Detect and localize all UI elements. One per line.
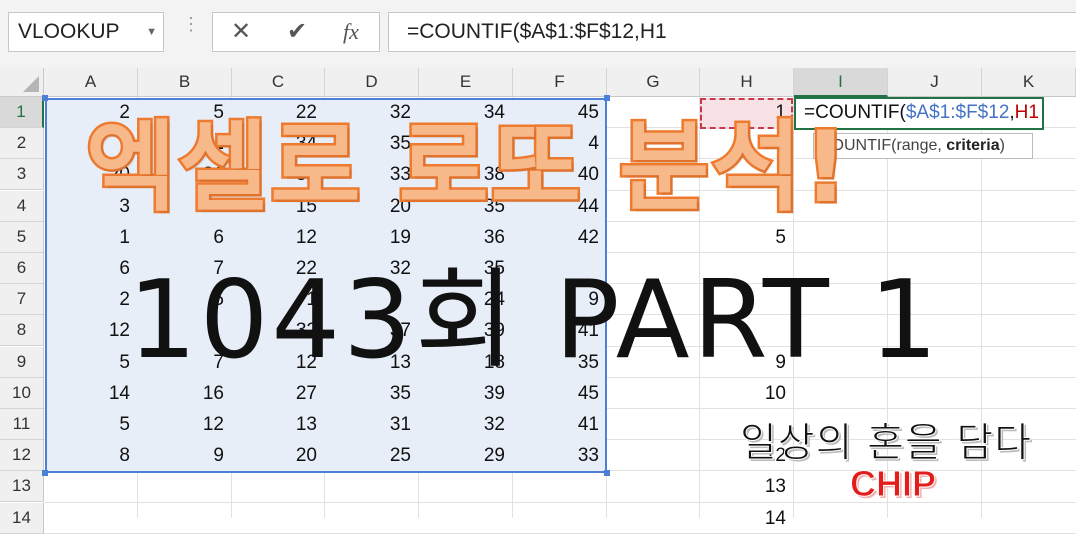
overlay-subtitle: 1043회 PART 1 <box>128 258 941 383</box>
insert-function-icon[interactable]: fx <box>331 13 371 51</box>
name-box-value: VLOOKUP <box>18 20 120 43</box>
formula-input[interactable]: =COUNTIF($A$1:$F$12,H1 <box>388 12 1076 52</box>
formula-bar: VLOOKUP ▼ ⋮ ✕ ✔ fx =COUNTIF($A$1:$F$12,H… <box>0 0 1076 68</box>
more-options-icon: ⋮ <box>182 14 200 34</box>
row-header-6[interactable]: 6 <box>0 253 44 284</box>
cell-a8[interactable]: 12 <box>44 315 138 346</box>
select-all-corner[interactable] <box>0 68 44 97</box>
select-all-icon <box>23 76 39 92</box>
row-header-9[interactable]: 9 <box>0 347 44 378</box>
overlay-tagline: 일상의 혼을 담다 <box>739 420 1033 467</box>
row-header-5[interactable]: 5 <box>0 222 44 253</box>
cell-a10[interactable]: 14 <box>44 378 138 409</box>
formula-buttons: ✕ ✔ fx <box>212 12 380 52</box>
cell-d12[interactable]: 25 <box>325 440 419 471</box>
close-icon[interactable]: ✕ <box>221 13 261 51</box>
cell-a9[interactable]: 5 <box>44 347 138 378</box>
brand-logo: CHIP <box>849 463 937 505</box>
row-header-12[interactable]: 12 <box>0 440 44 471</box>
cell-a12[interactable]: 8 <box>44 440 138 471</box>
cell-c12[interactable]: 20 <box>232 440 325 471</box>
cell-c11[interactable]: 13 <box>232 409 325 440</box>
row-header-3[interactable]: 3 <box>0 159 44 190</box>
row-header-11[interactable]: 11 <box>0 409 44 440</box>
row-header-10[interactable]: 10 <box>0 378 44 409</box>
cell-b12[interactable]: 9 <box>138 440 232 471</box>
cell-h13[interactable]: 13 <box>700 471 794 502</box>
cell-e12[interactable]: 29 <box>419 440 513 471</box>
check-icon[interactable]: ✔ <box>277 13 317 51</box>
cell-a6[interactable]: 6 <box>44 253 138 284</box>
cell-d11[interactable]: 31 <box>325 409 419 440</box>
cell-b11[interactable]: 12 <box>138 409 232 440</box>
overlay-title: 엑셀로 로또 분석! <box>84 109 851 228</box>
cell-f11[interactable]: 41 <box>513 409 607 440</box>
cell-e11[interactable]: 32 <box>419 409 513 440</box>
row-header-14[interactable]: 14 <box>0 503 44 534</box>
chevron-down-icon[interactable]: ▼ <box>146 13 157 51</box>
edit-criteria-ref: H1 <box>1014 102 1039 123</box>
row-header-1[interactable]: 1 <box>0 97 44 128</box>
cell-a11[interactable]: 5 <box>44 409 138 440</box>
row-header-7[interactable]: 7 <box>0 284 44 315</box>
name-box[interactable]: VLOOKUP ▼ <box>8 12 164 52</box>
row-header-13[interactable]: 13 <box>0 471 44 502</box>
row-header-8[interactable]: 8 <box>0 315 44 346</box>
cell-h14[interactable]: 14 <box>700 503 794 534</box>
cell-f12[interactable]: 33 <box>513 440 607 471</box>
row-header-2[interactable]: 2 <box>0 128 44 159</box>
row-header-4[interactable]: 4 <box>0 191 44 222</box>
cell-a7[interactable]: 2 <box>44 284 138 315</box>
